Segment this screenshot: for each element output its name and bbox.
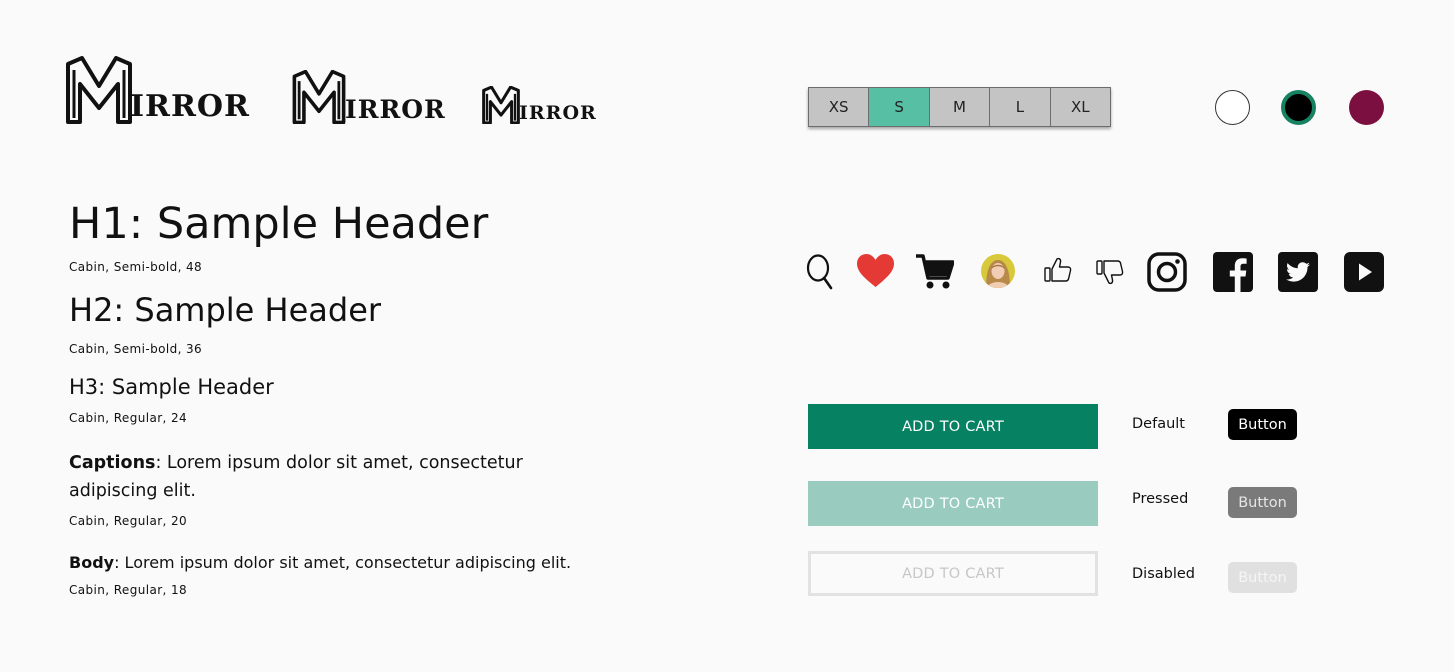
logo-wordmark: IRROR: [345, 95, 446, 124]
state-label-pressed: Pressed: [1132, 491, 1189, 507]
size-selector: XS S M L XL: [808, 87, 1111, 127]
h2-sample: H2: Sample Header: [69, 291, 382, 329]
h1-sample: H1: Sample Header: [69, 199, 489, 249]
color-swatch-wine[interactable]: [1349, 90, 1384, 125]
state-label-disabled: Disabled: [1132, 566, 1195, 582]
search-icon[interactable]: [806, 253, 834, 291]
mirror-logo-large: IRROR: [64, 56, 250, 124]
mirror-logo-small: IRROR: [481, 86, 597, 124]
add-to-cart-button-disabled: ADD TO CART: [808, 551, 1098, 596]
state-label-default: Default: [1132, 416, 1185, 432]
caption-sample: Captions: Lorem ipsum dolor sit amet, co…: [69, 449, 589, 505]
instagram-icon[interactable]: [1147, 252, 1187, 292]
logo-wordmark: IRROR: [130, 89, 250, 124]
avatar[interactable]: [981, 254, 1015, 288]
youtube-icon[interactable]: [1344, 252, 1384, 292]
mirror-m-mark-icon: [482, 86, 520, 124]
facebook-icon[interactable]: [1213, 252, 1253, 292]
size-option-m[interactable]: M: [928, 87, 991, 127]
size-option-l[interactable]: L: [989, 87, 1051, 127]
add-to-cart-button-pressed[interactable]: ADD TO CART: [808, 481, 1098, 526]
thumbs-down-icon[interactable]: [1095, 257, 1125, 287]
size-option-xs[interactable]: XS: [808, 87, 870, 127]
heart-icon[interactable]: [857, 254, 894, 288]
mirror-logo-medium: IRROR: [290, 70, 446, 124]
logo-wordmark: IRROR: [519, 102, 597, 124]
twitter-icon[interactable]: [1278, 252, 1318, 292]
body-spec: Cabin, Regular, 18: [69, 583, 188, 597]
body-sample: Body: Lorem ipsum dolor sit amet, consec…: [69, 551, 629, 575]
caption-spec: Cabin, Regular, 20: [69, 514, 188, 528]
color-swatch-white[interactable]: [1215, 90, 1250, 125]
button-default[interactable]: Button: [1228, 409, 1297, 440]
mirror-m-mark-icon: [292, 70, 346, 124]
button-disabled: Button: [1228, 562, 1297, 593]
caption-label: Captions: [69, 453, 156, 473]
h1-spec: Cabin, Semi-bold, 48: [69, 260, 203, 274]
cart-icon[interactable]: [916, 254, 954, 290]
button-pressed[interactable]: Button: [1228, 487, 1297, 518]
body-label: Body: [69, 553, 115, 572]
color-swatch-black[interactable]: [1281, 90, 1316, 125]
size-option-xl[interactable]: XL: [1049, 87, 1111, 127]
body-text: : Lorem ipsum dolor sit amet, consectetu…: [114, 553, 572, 572]
thumbs-up-icon[interactable]: [1043, 255, 1073, 285]
size-option-s[interactable]: S: [868, 87, 930, 127]
add-to-cart-button-default[interactable]: ADD TO CART: [808, 404, 1098, 449]
mirror-m-mark-icon: [66, 56, 132, 124]
h2-spec: Cabin, Semi-bold, 36: [69, 342, 203, 356]
h3-spec: Cabin, Regular, 24: [69, 411, 188, 425]
h3-sample: H3: Sample Header: [69, 375, 274, 399]
